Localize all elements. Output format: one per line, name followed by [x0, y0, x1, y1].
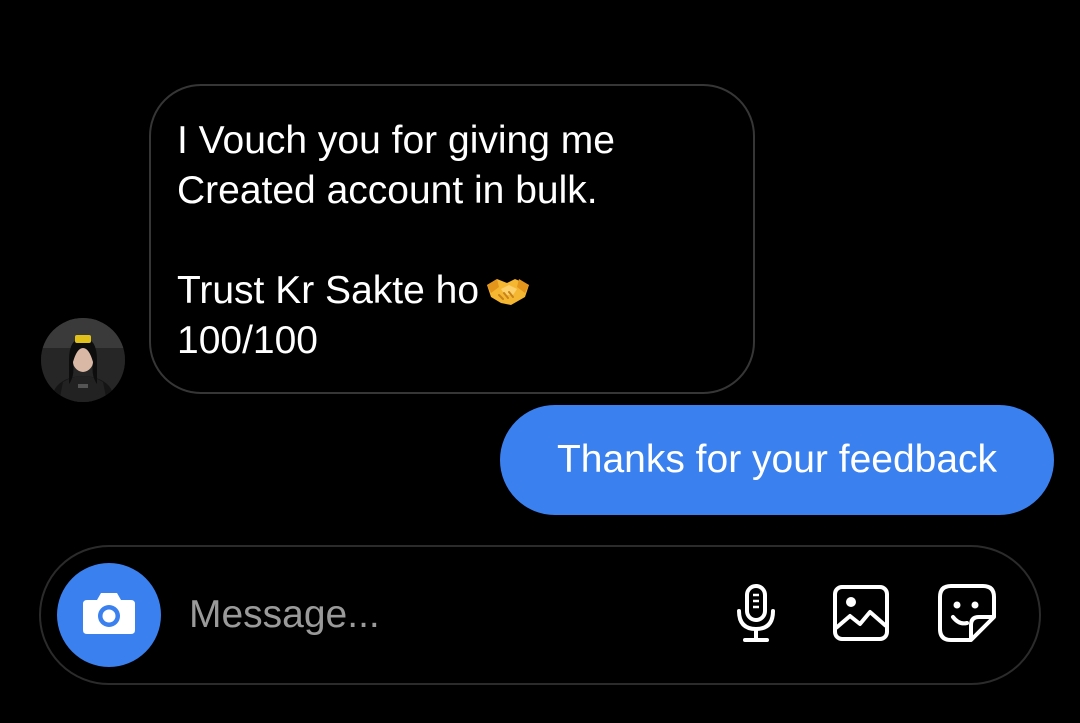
sticker-icon: [937, 583, 997, 648]
message-line-blank: [177, 216, 727, 266]
outgoing-message-text: Thanks for your feedback: [556, 438, 998, 481]
incoming-message-bubble[interactable]: I Vouch you for giving me Created accoun…: [149, 84, 755, 394]
chat-screen: I Vouch you for giving me Created accoun…: [0, 0, 1080, 723]
image-icon: [832, 584, 890, 647]
message-line: 100/100: [177, 319, 318, 362]
message-composer: [39, 545, 1041, 685]
message-line: I Vouch you for giving me: [177, 119, 615, 162]
sticker-button[interactable]: [935, 583, 999, 647]
gallery-button[interactable]: [829, 583, 893, 647]
camera-button[interactable]: [57, 563, 161, 667]
microphone-icon: [732, 583, 780, 648]
contact-avatar[interactable]: [41, 318, 125, 402]
message-line-with-emoji: Trust Kr Sakte ho: [177, 266, 727, 316]
message-line-text: Trust Kr Sakte ho: [177, 269, 480, 312]
message-input[interactable]: [189, 587, 709, 643]
message-line: Created account in bulk.: [177, 169, 598, 212]
camera-icon: [81, 590, 137, 641]
voice-message-button[interactable]: [724, 583, 788, 647]
handshake-emoji: [485, 272, 531, 322]
outgoing-message-bubble[interactable]: Thanks for your feedback: [500, 405, 1054, 515]
